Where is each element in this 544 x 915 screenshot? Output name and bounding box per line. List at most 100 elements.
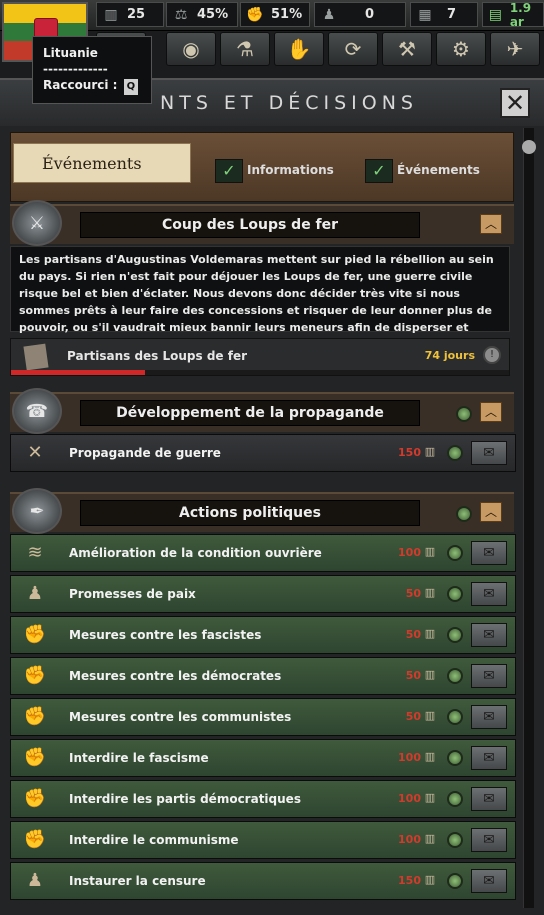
status-dot-icon [447, 750, 463, 766]
stat-value: 0 [365, 7, 375, 22]
section-header-political[interactable]: ✒ Actions politiques ︿ [10, 488, 514, 534]
collapse-button[interactable]: ︿ [480, 402, 502, 422]
section-title: Développement de la propagande [80, 400, 420, 426]
filter-informations-checkbox[interactable]: ✓ [215, 159, 243, 183]
stat-value: 45% [197, 7, 229, 22]
collapse-button[interactable]: ︿ [480, 214, 502, 234]
decision-cost: 100 [398, 792, 421, 805]
tab-events[interactable]: Événements [13, 143, 191, 183]
tooltip-shortcut: Raccourci : Q [43, 77, 141, 95]
decision-label: Mesures contre les démocrates [69, 669, 282, 683]
production-button[interactable]: ⚙ [436, 32, 486, 66]
send-button[interactable]: ✉ [471, 705, 507, 729]
logistics-button[interactable]: ✈ [490, 32, 540, 66]
muscle-arm-icon: ✊ [246, 6, 264, 23]
status-dot-icon [447, 791, 463, 807]
intelligence-button[interactable]: ◉ [166, 32, 216, 66]
decision-row[interactable]: ✕ Propagande de guerre 150 ▥ ✉ [10, 434, 516, 472]
filter-informations-label: Informations [247, 163, 334, 177]
decision-row[interactable]: ✊ Mesures contre les fascistes 50 ▥ ✉ [10, 616, 516, 654]
section-title: Coup des Loups de fer [80, 212, 420, 238]
decisions-panel: NTS ET DÉCISIONS ✕ Événements ✓ Informat… [0, 78, 544, 915]
people-icon: ♟ [26, 870, 44, 891]
tab-area: Événements ✓ Informations ✓ Événements [10, 132, 514, 202]
stat-value: 1.9 ar [509, 0, 532, 29]
decision-label: Mesures contre les communistes [69, 710, 292, 724]
decision-row[interactable]: ♟ Promesses de paix 50 ▥ ✉ [10, 575, 516, 613]
scroll-knob[interactable] [522, 140, 536, 154]
section-header-propaganda[interactable]: ☎ Développement de la propagande ︿ [10, 388, 514, 434]
mission-label: Partisans des Loups de fer [67, 349, 248, 363]
send-button[interactable]: ✉ [471, 828, 507, 852]
diplomacy-button[interactable]: ✋ [274, 32, 324, 66]
research-button[interactable]: ⚗ [220, 32, 270, 66]
close-button[interactable]: ✕ [500, 88, 530, 118]
political-power-icon: ▥ [424, 750, 436, 763]
status-dot-icon [447, 873, 463, 889]
tooltip-separator: ------------- [43, 62, 108, 76]
decision-cost: 50 [405, 710, 421, 723]
stat-money[interactable]: ▤ 1.9 ar [482, 0, 544, 29]
political-power-icon: ▥ [424, 586, 436, 599]
political-power-icon: ▥ [424, 627, 436, 640]
crossed-swords-icon: ✕ [27, 442, 43, 463]
mission-progress-bar [11, 370, 509, 375]
scales-icon: ⚖ [174, 6, 188, 23]
decision-label: Promesses de paix [69, 587, 196, 601]
political-power-icon: ▥ [424, 832, 436, 845]
decision-label: Interdire le fascisme [69, 751, 209, 765]
status-dot-icon [447, 627, 463, 643]
pen-emblem-icon: ✒ [12, 488, 62, 534]
fist-icon: ✊ [23, 624, 47, 645]
send-button[interactable]: ✉ [471, 746, 507, 770]
stat-stability[interactable]: ⚖ 45% [166, 2, 238, 27]
send-button[interactable]: ✉ [471, 541, 507, 565]
collapse-button[interactable]: ︿ [480, 502, 502, 522]
send-button[interactable]: ✉ [471, 787, 507, 811]
stat-factories[interactable]: ▥ 25 [96, 2, 164, 27]
stat-civilian-factories[interactable]: ▦ 7 [410, 2, 478, 27]
send-button[interactable]: ✉ [471, 441, 507, 465]
section-description: Les partisans d'Augustinas Voldemaras me… [10, 246, 510, 351]
decision-row[interactable]: ✊ Interdire les partis démocratiques 100 ▥ ✉ [10, 780, 516, 818]
scrollbar[interactable] [522, 128, 536, 908]
decision-label: Instaurer la censure [69, 874, 206, 888]
plane-icon: ✈ [506, 37, 524, 61]
decision-row[interactable]: ✊ Interdire le communisme 100 ▥ ✉ [10, 821, 516, 859]
cycle-icon: ⟳ [344, 37, 362, 61]
status-dot-icon [447, 586, 463, 602]
decision-cost: 100 [398, 751, 421, 764]
menu-icon-row: ⚑ ◉ ⚗ ✋ ⟳ ⚒ ⚙ ✈ [90, 32, 544, 70]
stat-war-support[interactable]: ✊ 51% [240, 2, 310, 27]
stat-value: 7 [447, 7, 457, 22]
decision-cost: 150 [398, 874, 421, 887]
send-button[interactable]: ✉ [471, 869, 507, 893]
decision-row[interactable]: ✊ Interdire le fascisme 100 ▥ ✉ [10, 739, 516, 777]
mission-progress-fill [11, 370, 146, 375]
status-dot-icon [456, 506, 472, 522]
send-button[interactable]: ✉ [471, 664, 507, 688]
trade-button[interactable]: ⟳ [328, 32, 378, 66]
filter-events-checkbox[interactable]: ✓ [365, 159, 393, 183]
decision-cost: 100 [398, 546, 421, 559]
stat-manpower[interactable]: ♟ 0 [314, 2, 406, 27]
fist-icon: ✊ [23, 706, 47, 727]
send-button[interactable]: ✉ [471, 623, 507, 647]
shortcut-key: Q [123, 79, 139, 95]
fist-icon: ✊ [23, 788, 47, 809]
panel-title: NTS ET DÉCISIONS [160, 92, 418, 114]
send-button[interactable]: ✉ [471, 582, 507, 606]
mission-row[interactable]: Partisans des Loups de fer 74 jours ! [10, 338, 510, 376]
status-dot-icon [456, 406, 472, 422]
section-header-iron-wolf[interactable]: ⚔ Coup des Loups de fer ︿ [10, 200, 514, 246]
decision-row[interactable]: ✊ Mesures contre les démocrates 50 ▥ ✉ [10, 657, 516, 695]
stat-value: 51% [271, 7, 303, 22]
decision-row[interactable]: ≋ Amélioration de la condition ouvrière 10… [10, 534, 516, 572]
mission-days: 74 jours [424, 349, 475, 362]
political-power-icon: ▥ [424, 791, 436, 804]
decision-cost: 50 [405, 587, 421, 600]
construction-button[interactable]: ⚒ [382, 32, 432, 66]
decision-row[interactable]: ♟ Instaurer la censure 150 ▥ ✉ [10, 862, 516, 900]
decision-label: Amélioration de la condition ouvrière [69, 546, 322, 560]
decision-row[interactable]: ✊ Mesures contre les communistes 50 ▥ ✉ [10, 698, 516, 736]
